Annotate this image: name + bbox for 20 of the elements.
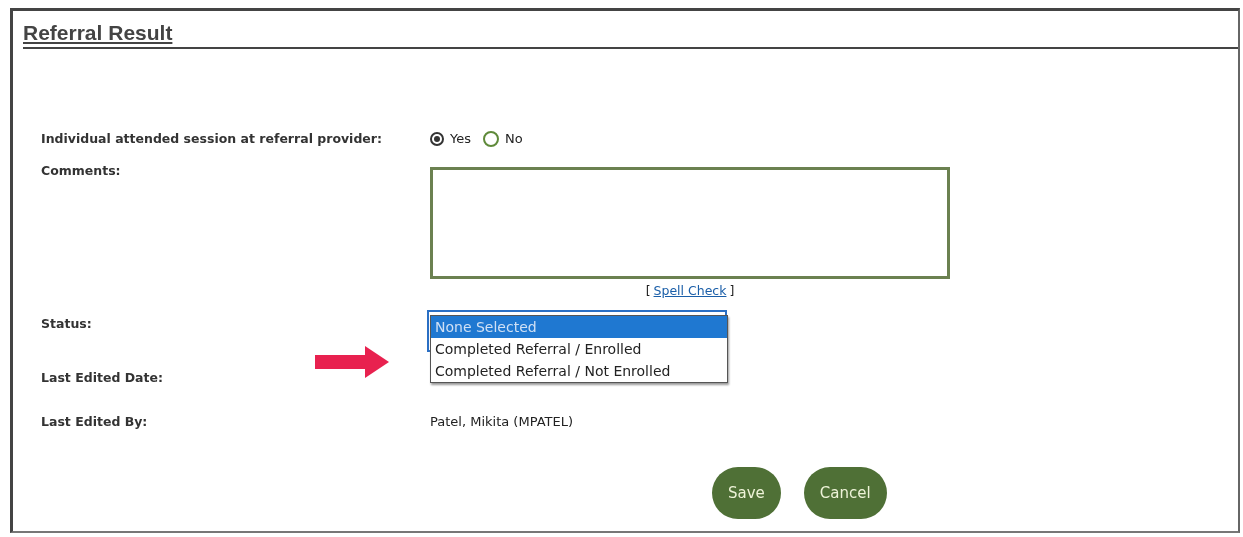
field-label: Status: — [41, 315, 92, 333]
spell-check-link[interactable]: Spell Check — [653, 283, 727, 298]
dropdown-option[interactable]: Completed Referral / Enrolled — [431, 338, 727, 360]
bracket: ] — [729, 283, 735, 298]
field-label: Last Edited By: — [41, 413, 148, 429]
save-button[interactable]: Save — [712, 467, 781, 519]
radio-label: No — [505, 130, 523, 148]
comments-field[interactable] — [430, 167, 950, 279]
bracket: [ — [645, 283, 651, 298]
field-value: Patel, Mikita (MPATEL) — [430, 413, 574, 429]
dropdown-option[interactable]: Completed Referral / Not Enrolled — [431, 360, 727, 382]
field-label: Individual attended session at referral provider: — [41, 130, 382, 148]
cancel-button[interactable]: Cancel — [803, 467, 887, 519]
arrow-icon — [315, 346, 389, 378]
radio-label: Yes — [450, 130, 471, 148]
radio-button[interactable] — [430, 132, 444, 146]
radio-button[interactable] — [483, 131, 499, 147]
section-title: Referral Result — [23, 21, 1238, 49]
field-label: Comments: — [41, 162, 121, 180]
field-label: Last Edited Date: — [41, 369, 163, 387]
